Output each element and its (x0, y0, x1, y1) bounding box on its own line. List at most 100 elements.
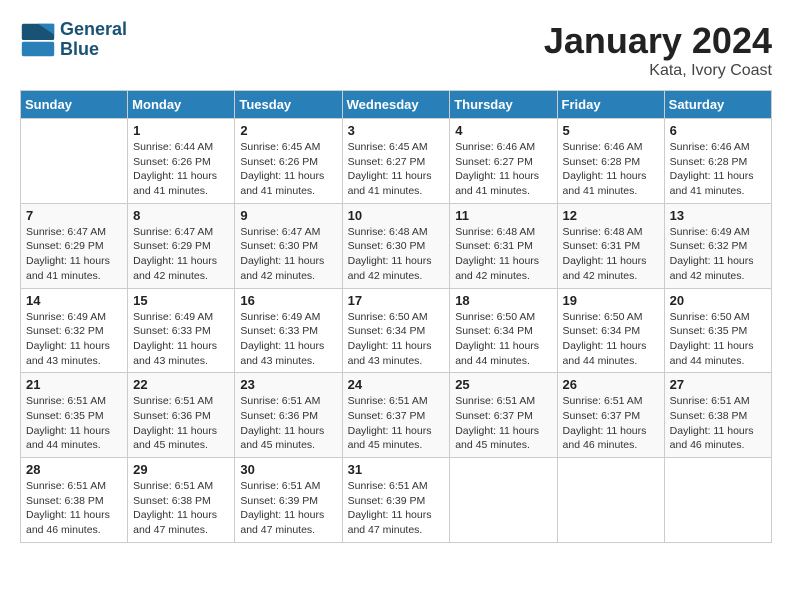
calendar-cell: 7 Sunrise: 6:47 AM Sunset: 6:29 PM Daylig… (21, 203, 128, 288)
logo: General Blue (20, 20, 127, 60)
day-info: Sunrise: 6:50 AM Sunset: 6:34 PM Dayligh… (348, 310, 445, 369)
day-info: Sunrise: 6:50 AM Sunset: 6:34 PM Dayligh… (563, 310, 659, 369)
calendar-cell: 9 Sunrise: 6:47 AM Sunset: 6:30 PM Daylig… (235, 203, 342, 288)
day-info: Sunrise: 6:48 AM Sunset: 6:31 PM Dayligh… (563, 225, 659, 284)
calendar-cell: 5Sunrise: 6:46 AM Sunset: 6:28 PM Daylig… (557, 119, 664, 204)
day-info: Sunrise: 6:51 AM Sunset: 6:38 PM Dayligh… (133, 479, 229, 538)
calendar-cell (21, 119, 128, 204)
day-info: Sunrise: 6:51 AM Sunset: 6:36 PM Dayligh… (133, 394, 229, 453)
calendar-week-row: 14Sunrise: 6:49 AM Sunset: 6:32 PM Dayli… (21, 288, 772, 373)
calendar-cell: 30 Sunrise: 6:51 AM Sunset: 6:39 PM Dayli… (235, 458, 342, 543)
weekday-header: Monday (128, 91, 235, 119)
calendar-cell: 21 Sunrise: 6:51 AM Sunset: 6:35 PM Dayli… (21, 373, 128, 458)
day-number: 1 (133, 123, 229, 138)
calendar-cell: 28 Sunrise: 6:51 AM Sunset: 6:38 PM Dayli… (21, 458, 128, 543)
calendar-cell: 2Sunrise: 6:45 AM Sunset: 6:26 PM Daylig… (235, 119, 342, 204)
calendar-cell: 17 Sunrise: 6:50 AM Sunset: 6:34 PM Dayli… (342, 288, 450, 373)
day-number: 6 (670, 123, 766, 138)
day-number: 7 (26, 208, 122, 223)
day-number: 27 (670, 377, 766, 392)
title-block: January 2024 Kata, Ivory Coast (544, 20, 772, 80)
day-info: Sunrise: 6:51 AM Sunset: 6:35 PM Dayligh… (26, 394, 122, 453)
day-number: 18 (455, 293, 551, 308)
calendar-cell (557, 458, 664, 543)
weekday-header-row: SundayMondayTuesdayWednesdayThursdayFrid… (21, 91, 772, 119)
logo-line2: Blue (60, 40, 127, 60)
day-info: Sunrise: 6:47 AM Sunset: 6:29 PM Dayligh… (26, 225, 122, 284)
day-number: 4 (455, 123, 551, 138)
day-info: Sunrise: 6:50 AM Sunset: 6:35 PM Dayligh… (670, 310, 766, 369)
calendar-cell: 29Sunrise: 6:51 AM Sunset: 6:38 PM Dayli… (128, 458, 235, 543)
weekday-header: Wednesday (342, 91, 450, 119)
month-title: January 2024 (544, 20, 772, 62)
calendar-cell: 13Sunrise: 6:49 AM Sunset: 6:32 PM Dayli… (664, 203, 771, 288)
calendar-cell: 6Sunrise: 6:46 AM Sunset: 6:28 PM Daylig… (664, 119, 771, 204)
day-info: Sunrise: 6:49 AM Sunset: 6:33 PM Dayligh… (240, 310, 336, 369)
calendar-week-row: 1Sunrise: 6:44 AM Sunset: 6:26 PM Daylig… (21, 119, 772, 204)
day-number: 15 (133, 293, 229, 308)
calendar-cell: 1Sunrise: 6:44 AM Sunset: 6:26 PM Daylig… (128, 119, 235, 204)
day-info: Sunrise: 6:50 AM Sunset: 6:34 PM Dayligh… (455, 310, 551, 369)
day-number: 10 (348, 208, 445, 223)
day-info: Sunrise: 6:49 AM Sunset: 6:33 PM Dayligh… (133, 310, 229, 369)
weekday-header: Friday (557, 91, 664, 119)
day-number: 25 (455, 377, 551, 392)
day-info: Sunrise: 6:49 AM Sunset: 6:32 PM Dayligh… (670, 225, 766, 284)
day-number: 20 (670, 293, 766, 308)
calendar-cell: 15 Sunrise: 6:49 AM Sunset: 6:33 PM Dayli… (128, 288, 235, 373)
calendar-week-row: 7 Sunrise: 6:47 AM Sunset: 6:29 PM Daylig… (21, 203, 772, 288)
logo-line1: General (60, 20, 127, 40)
day-number: 17 (348, 293, 445, 308)
day-info: Sunrise: 6:46 AM Sunset: 6:27 PM Dayligh… (455, 140, 551, 199)
logo-icon (20, 22, 56, 58)
day-info: Sunrise: 6:48 AM Sunset: 6:30 PM Dayligh… (348, 225, 445, 284)
day-number: 8 (133, 208, 229, 223)
calendar-table: SundayMondayTuesdayWednesdayThursdayFrid… (20, 90, 772, 543)
calendar-cell (450, 458, 557, 543)
weekday-header: Sunday (21, 91, 128, 119)
calendar-cell: 3 Sunrise: 6:45 AM Sunset: 6:27 PM Daylig… (342, 119, 450, 204)
calendar-cell: 12 Sunrise: 6:48 AM Sunset: 6:31 PM Dayli… (557, 203, 664, 288)
day-info: Sunrise: 6:45 AM Sunset: 6:27 PM Dayligh… (348, 140, 445, 199)
day-number: 3 (348, 123, 445, 138)
calendar-week-row: 28 Sunrise: 6:51 AM Sunset: 6:38 PM Dayli… (21, 458, 772, 543)
day-info: Sunrise: 6:47 AM Sunset: 6:30 PM Dayligh… (240, 225, 336, 284)
day-info: Sunrise: 6:45 AM Sunset: 6:26 PM Dayligh… (240, 140, 336, 199)
calendar-cell: 22Sunrise: 6:51 AM Sunset: 6:36 PM Dayli… (128, 373, 235, 458)
day-info: Sunrise: 6:51 AM Sunset: 6:38 PM Dayligh… (670, 394, 766, 453)
calendar-cell: 25 Sunrise: 6:51 AM Sunset: 6:37 PM Dayli… (450, 373, 557, 458)
calendar-cell: 20 Sunrise: 6:50 AM Sunset: 6:35 PM Dayli… (664, 288, 771, 373)
day-number: 21 (26, 377, 122, 392)
day-info: Sunrise: 6:51 AM Sunset: 6:39 PM Dayligh… (240, 479, 336, 538)
location: Kata, Ivory Coast (544, 62, 772, 80)
calendar-week-row: 21 Sunrise: 6:51 AM Sunset: 6:35 PM Dayli… (21, 373, 772, 458)
page-header: General Blue January 2024 Kata, Ivory Co… (20, 20, 772, 80)
day-info: Sunrise: 6:51 AM Sunset: 6:37 PM Dayligh… (348, 394, 445, 453)
day-number: 30 (240, 462, 336, 477)
day-number: 23 (240, 377, 336, 392)
calendar-cell: 18 Sunrise: 6:50 AM Sunset: 6:34 PM Dayli… (450, 288, 557, 373)
day-info: Sunrise: 6:49 AM Sunset: 6:32 PM Dayligh… (26, 310, 122, 369)
day-info: Sunrise: 6:51 AM Sunset: 6:37 PM Dayligh… (455, 394, 551, 453)
weekday-header: Tuesday (235, 91, 342, 119)
day-info: Sunrise: 6:47 AM Sunset: 6:29 PM Dayligh… (133, 225, 229, 284)
day-number: 16 (240, 293, 336, 308)
day-info: Sunrise: 6:51 AM Sunset: 6:38 PM Dayligh… (26, 479, 122, 538)
weekday-header: Thursday (450, 91, 557, 119)
day-number: 11 (455, 208, 551, 223)
day-number: 19 (563, 293, 659, 308)
day-number: 24 (348, 377, 445, 392)
day-number: 9 (240, 208, 336, 223)
day-info: Sunrise: 6:51 AM Sunset: 6:37 PM Dayligh… (563, 394, 659, 453)
calendar-cell (664, 458, 771, 543)
calendar-cell: 4 Sunrise: 6:46 AM Sunset: 6:27 PM Daylig… (450, 119, 557, 204)
day-info: Sunrise: 6:48 AM Sunset: 6:31 PM Dayligh… (455, 225, 551, 284)
calendar-cell: 31Sunrise: 6:51 AM Sunset: 6:39 PM Dayli… (342, 458, 450, 543)
day-info: Sunrise: 6:51 AM Sunset: 6:39 PM Dayligh… (348, 479, 445, 538)
calendar-cell: 14Sunrise: 6:49 AM Sunset: 6:32 PM Dayli… (21, 288, 128, 373)
calendar-cell: 27 Sunrise: 6:51 AM Sunset: 6:38 PM Dayli… (664, 373, 771, 458)
day-info: Sunrise: 6:51 AM Sunset: 6:36 PM Dayligh… (240, 394, 336, 453)
weekday-header: Saturday (664, 91, 771, 119)
day-number: 12 (563, 208, 659, 223)
day-number: 28 (26, 462, 122, 477)
